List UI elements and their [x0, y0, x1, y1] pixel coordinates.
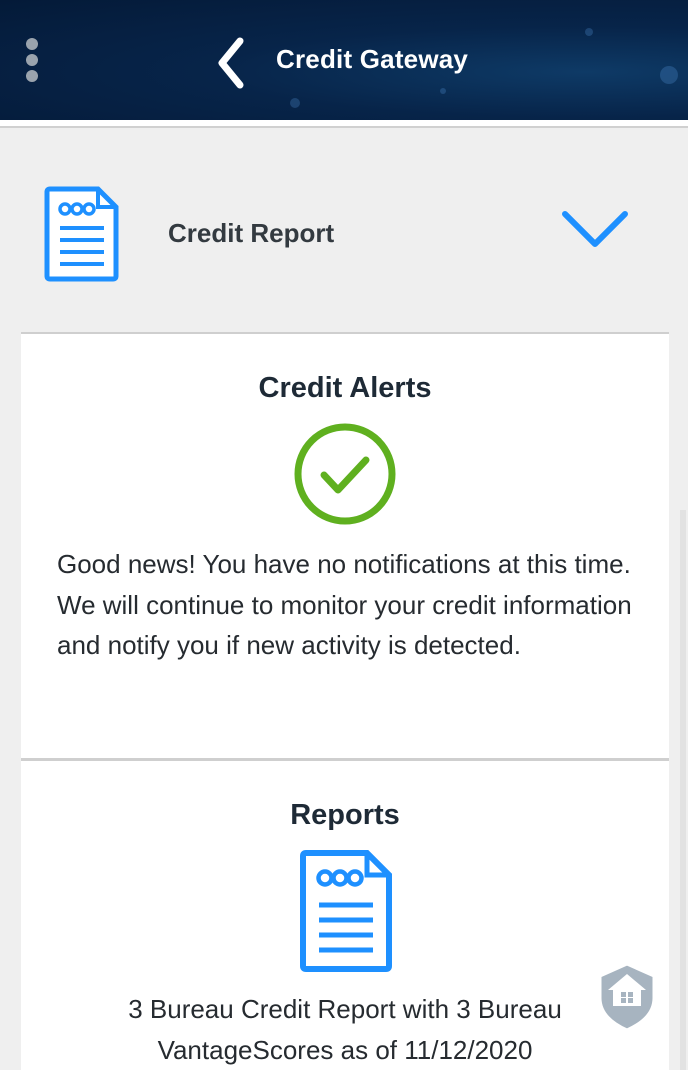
header-bokeh — [440, 88, 446, 94]
more-vertical-icon[interactable] — [22, 38, 44, 88]
header-bokeh — [290, 98, 300, 108]
credit-alerts-title: Credit Alerts — [258, 372, 432, 404]
document-icon — [44, 186, 119, 282]
alerts-message: Good news! You have no notifications at … — [57, 549, 632, 660]
reports-title: Reports — [290, 799, 400, 831]
page-title: Credit Gateway — [276, 44, 469, 74]
header-divider — [0, 120, 688, 128]
credit-alerts-card: Credit Alerts Good news! You have no not… — [21, 332, 669, 758]
credit-report-section-header[interactable]: Credit Report — [0, 130, 688, 330]
chevron-down-icon[interactable] — [560, 208, 630, 252]
header-bokeh — [585, 28, 593, 36]
report-link[interactable]: 3 Bureau Credit Report with 3 Bureau Van… — [61, 989, 629, 1070]
app-header: Credit Gateway — [0, 0, 688, 120]
reports-card: Reports 3 Bureau Credit Report with 3 Bu… — [21, 758, 669, 1070]
scrollbar[interactable] — [680, 510, 686, 1070]
check-circle-icon — [294, 423, 396, 525]
document-icon[interactable] — [299, 849, 393, 973]
credit-report-label: Credit Report — [168, 218, 335, 248]
header-bokeh — [660, 66, 678, 84]
house-shield-icon — [598, 962, 656, 1032]
chevron-left-icon[interactable] — [212, 36, 252, 90]
